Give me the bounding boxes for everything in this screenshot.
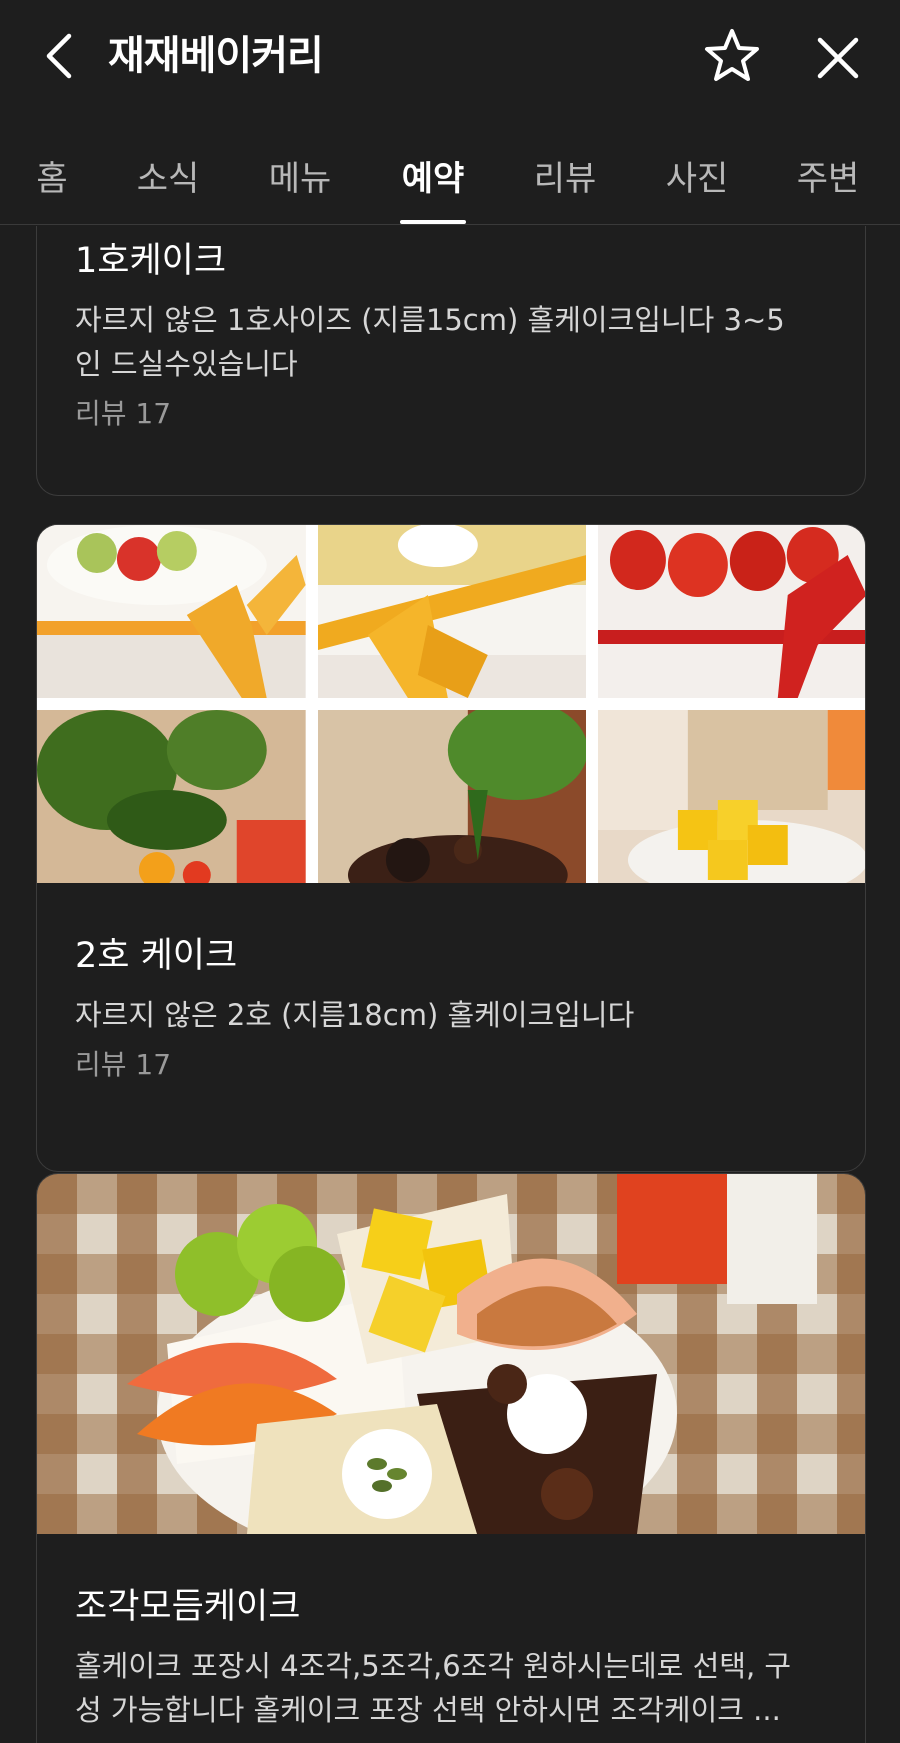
cake-photo (598, 710, 865, 883)
close-icon (817, 37, 859, 79)
back-button[interactable] (38, 28, 78, 84)
tab-reviews[interactable]: 리뷰 (534, 151, 597, 200)
cake-photo (317, 525, 587, 698)
cake-photo (37, 1174, 865, 1534)
close-button[interactable] (810, 30, 866, 86)
item-description: 홀케이크 포장시 4조각,5조각,6조각 원하시는데로 선택, 구 성 가능합니… (75, 1649, 792, 1727)
menu-item-card[interactable]: 2호 케이크 자르지 않은 2호 (지름18cm) 홀케이크입니다 리뷰 17 (36, 524, 866, 1172)
menu-item-card[interactable]: 1호케이크 자르지 않은 1호사이즈 (지름15cm) 홀케이크입니다 3~5 … (36, 226, 866, 496)
star-icon (705, 29, 759, 81)
place-title: 재재베이커리 (108, 33, 324, 79)
cake-photo (37, 525, 306, 698)
reservation-list: 1호케이크 자르지 않은 1호사이즈 (지름15cm) 홀케이크입니다 3~5 … (0, 226, 900, 1743)
active-tab-indicator (400, 220, 466, 224)
chevron-left-icon (46, 33, 72, 79)
item-description: 자르지 않은 1호사이즈 (지름15cm) 홀케이크입니다 3~5 인 드실수있… (75, 303, 785, 381)
tab-reservation[interactable]: 예약 (402, 151, 465, 200)
cake-photo (598, 525, 865, 698)
cake-collage-image (37, 525, 865, 883)
tab-menu[interactable]: 메뉴 (269, 151, 332, 200)
top-bar: 재재베이커리 (0, 0, 900, 115)
tab-bar: 홈 소식 메뉴 예약 리뷰 사진 주변 (0, 115, 900, 225)
tab-nearby[interactable]: 주변 (797, 151, 860, 200)
item-description: 자르지 않은 2호 (지름18cm) 홀케이크입니다 (75, 998, 635, 1032)
tab-news[interactable]: 소식 (137, 151, 200, 200)
tab-photos[interactable]: 사진 (666, 151, 729, 200)
cake-photo (37, 710, 306, 883)
cake-photo (317, 710, 587, 883)
item-title: 2호 케이크 (75, 936, 238, 976)
item-review-count: 리뷰 17 (75, 397, 172, 430)
favorite-button[interactable] (702, 26, 762, 86)
tab-home[interactable]: 홈 (36, 151, 67, 200)
item-title: 1호케이크 (75, 241, 227, 281)
item-review-count: 리뷰 17 (75, 1048, 172, 1081)
item-title: 조각모듬케이크 (75, 1587, 301, 1627)
menu-item-card[interactable]: 조각모듬케이크 홀케이크 포장시 4조각,5조각,6조각 원하시는데로 선택, … (36, 1173, 866, 1743)
